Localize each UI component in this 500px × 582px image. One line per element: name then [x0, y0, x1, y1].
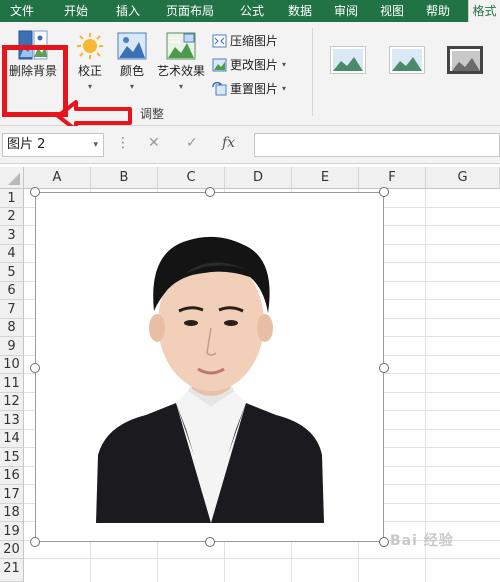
change-picture-button[interactable]: 更改图片 ▾ [212, 56, 286, 73]
color-button[interactable]: 颜色 ▾ [113, 32, 151, 91]
row-header-15[interactable]: 15 [0, 448, 24, 467]
picture-style-thumb-icon [452, 51, 480, 71]
resize-handle-left[interactable] [30, 363, 40, 373]
color-label: 颜色 [119, 64, 144, 78]
formula-input[interactable] [254, 133, 500, 157]
chevron-down-icon: ▾ [282, 84, 287, 93]
tab-data[interactable]: 数据 [280, 0, 320, 22]
picture-style-thumb-icon [392, 49, 422, 71]
reset-picture-button[interactable]: 重置图片 ▾ [212, 80, 286, 97]
artistic-effects-icon [166, 32, 196, 60]
gridline [425, 189, 426, 582]
row-header-20[interactable]: 20 [0, 541, 24, 559]
resize-handle-top[interactable] [205, 187, 215, 197]
row-header-18[interactable]: 18 [0, 504, 24, 522]
tab-help[interactable]: 帮助 [418, 0, 458, 22]
column-header-e[interactable]: E [292, 167, 359, 189]
picture-style-thumb-icon [333, 49, 363, 71]
resize-handle-right[interactable] [379, 363, 389, 373]
column-header-d[interactable]: D [225, 167, 292, 189]
picture-style-1[interactable] [330, 46, 366, 74]
resize-handle-bottom-left[interactable] [30, 537, 40, 547]
column-header-a[interactable]: A [24, 167, 91, 189]
name-box[interactable]: 图片 2 ▾ [2, 133, 104, 157]
row-header-7[interactable]: 7 [0, 300, 24, 319]
adjust-group-label: 调整 [140, 107, 165, 121]
watermark: Bai 经验 [390, 533, 454, 549]
insert-function-icon[interactable]: fx [222, 135, 235, 151]
tab-view[interactable]: 视图 [372, 0, 412, 22]
ribbon-panel: 删除背景 校正 ▾ 颜色 ▾ 艺术效果 ▾ 压缩图片 更改图片 ▾ 重置图片 ▾… [0, 22, 500, 132]
chevron-down-icon: ▾ [282, 60, 287, 69]
cancel-icon[interactable]: ✕ [148, 135, 160, 151]
tab-insert[interactable]: 插入 [108, 0, 148, 22]
resize-handle-top-right[interactable] [379, 187, 389, 197]
column-header-f[interactable]: F [359, 167, 426, 189]
tab-home[interactable]: 开始 [56, 0, 96, 22]
chevron-down-icon: ▾ [178, 82, 183, 91]
select-all-corner[interactable] [0, 167, 24, 189]
row-header-10[interactable]: 10 [0, 356, 24, 374]
row-header-2[interactable]: 2 [0, 208, 24, 226]
name-box-value: 图片 2 [7, 137, 46, 152]
enter-icon[interactable]: ✓ [186, 135, 198, 151]
reset-picture-label: 重置图片 [230, 82, 279, 96]
corrections-label: 校正 [77, 64, 102, 78]
row-header-19[interactable]: 19 [0, 522, 24, 541]
resize-handle-top-left[interactable] [30, 187, 40, 197]
portrait-photo [36, 193, 383, 541]
row-header-6[interactable]: 6 [0, 282, 24, 300]
row-header-9[interactable]: 9 [0, 337, 24, 356]
row-header-13[interactable]: 13 [0, 411, 24, 430]
compress-pictures-button[interactable]: 压缩图片 [212, 32, 278, 49]
column-header-b[interactable]: B [91, 167, 158, 189]
change-picture-icon [212, 58, 227, 71]
gridline [24, 558, 500, 559]
corrections-button[interactable]: 校正 ▾ [72, 32, 108, 91]
tab-page-layout[interactable]: 页面布局 [160, 0, 220, 22]
row-header-21[interactable]: 21 [0, 559, 24, 582]
row-header-4[interactable]: 4 [0, 245, 24, 263]
picture-style-2[interactable] [389, 46, 425, 74]
selected-picture[interactable] [30, 187, 389, 547]
picture-style-3[interactable] [447, 46, 483, 74]
formula-bar-row: 图片 2 ▾ ⋮ ✕ ✓ fx [0, 126, 500, 164]
row-header-16[interactable]: 16 [0, 467, 24, 485]
ribbon-tab-bar: 文件 开始 插入 页面布局 公式 数据 审阅 视图 帮助 格式 [0, 0, 500, 22]
chevron-down-icon: ▾ [87, 82, 92, 91]
tab-review[interactable]: 审阅 [326, 0, 366, 22]
tab-format[interactable]: 格式 [468, 0, 500, 22]
resize-handle-bottom[interactable] [205, 537, 215, 547]
compress-icon [212, 34, 227, 47]
artistic-effects-button[interactable]: 艺术效果 ▾ [155, 32, 207, 91]
select-all-triangle-icon [8, 173, 20, 185]
row-header-5[interactable]: 5 [0, 263, 24, 282]
row-header-3[interactable]: 3 [0, 226, 24, 245]
row-header-17[interactable]: 17 [0, 485, 24, 504]
sun-icon [77, 33, 103, 59]
row-header-14[interactable]: 14 [0, 430, 24, 448]
more-options-icon[interactable]: ⋮ [116, 135, 130, 151]
tab-file[interactable]: 文件 [2, 0, 42, 22]
resize-handle-bottom-right[interactable] [379, 537, 389, 547]
row-header-11[interactable]: 11 [0, 374, 24, 393]
picture-color-icon [117, 32, 147, 60]
tab-formulas[interactable]: 公式 [232, 0, 272, 22]
group-divider [312, 28, 313, 116]
change-picture-label: 更改图片 [230, 58, 279, 72]
chevron-down-icon: ▾ [93, 140, 98, 150]
artistic-effects-label: 艺术效果 [156, 64, 205, 78]
row-header-8[interactable]: 8 [0, 319, 24, 337]
compress-pictures-label: 压缩图片 [230, 34, 279, 48]
reset-picture-icon [212, 81, 227, 95]
chevron-down-icon: ▾ [129, 82, 134, 91]
row-header-12[interactable]: 12 [0, 393, 24, 411]
column-header-c[interactable]: C [158, 167, 225, 189]
row-header-1[interactable]: 1 [0, 189, 24, 208]
column-header-g[interactable]: G [426, 167, 500, 189]
